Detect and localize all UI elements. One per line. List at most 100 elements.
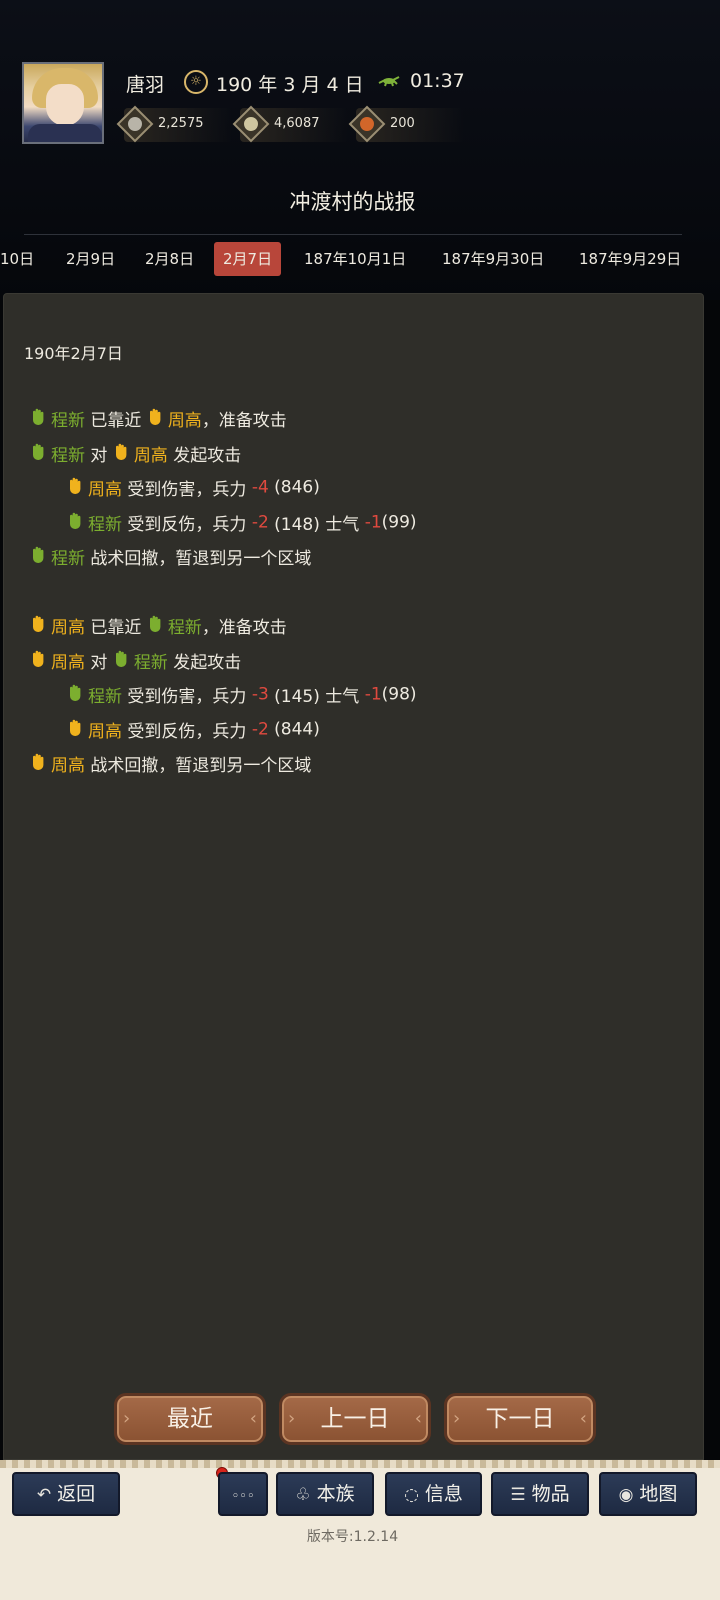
date-tab-active[interactable]: 2月7日	[214, 242, 282, 276]
unit-name[interactable]: 周高	[88, 722, 122, 742]
date-tab[interactable]: 187年9月29日	[579, 242, 681, 276]
morale-total: (99)	[381, 512, 417, 533]
unit-name[interactable]: 周高	[88, 480, 122, 500]
page-title: 冲渡村的战报	[289, 190, 416, 214]
unit-name[interactable]: 程新	[51, 411, 85, 431]
hand-icon	[67, 512, 83, 530]
morale-change: -1	[364, 684, 382, 705]
hand-icon	[67, 684, 83, 702]
more-button[interactable]: ◦◦◦	[218, 1472, 268, 1516]
items-button[interactable]: ☰ 物品	[491, 1472, 589, 1516]
log-text: 战术回撤，暂退到另一个区域	[90, 756, 312, 776]
clan-label: 本族	[316, 1483, 355, 1505]
latest-button[interactable]: › 最近 ‹	[114, 1393, 266, 1445]
hand-icon	[147, 408, 163, 426]
calendar-icon: ☼	[184, 70, 208, 94]
unit-name[interactable]: 程新	[168, 618, 202, 638]
troop-change: -2	[251, 719, 269, 740]
date-tab[interactable]: 187年9月30日	[442, 242, 544, 276]
log-text: 受到伤害，兵力	[127, 480, 247, 500]
version-label: 版本号:1.2.14	[306, 1529, 399, 1545]
hand-icon	[30, 443, 46, 461]
unit-name[interactable]: 程新	[88, 515, 122, 535]
map-label: 地图	[639, 1483, 678, 1505]
back-button[interactable]: ↶ 返回	[12, 1472, 120, 1516]
hand-icon	[30, 546, 46, 564]
date-tab[interactable]: 187年10月1日	[304, 242, 406, 276]
morale-change: -1	[364, 512, 382, 533]
log-text: 受到反伤，兵力	[127, 515, 247, 535]
unit-name[interactable]: 程新	[134, 653, 168, 673]
log-text: 发起攻击	[173, 653, 242, 673]
hand-icon	[67, 477, 83, 495]
troop-change: -4	[251, 477, 269, 498]
unit-name[interactable]: 程新	[51, 446, 85, 466]
grain-resource: 4,6087	[232, 105, 348, 143]
troop-change: -3	[251, 684, 269, 705]
date-tab[interactable]: 2月8日	[145, 242, 194, 276]
unit-name[interactable]: 周高	[168, 411, 202, 431]
grain-value: 4,6087	[274, 116, 320, 131]
silver-resource: 2,2575	[116, 105, 232, 143]
previous-day-button[interactable]: › 上一日 ‹	[279, 1393, 431, 1445]
game-time: 01:37	[410, 70, 465, 92]
log-line: 程新 受到反伤，兵力 -2 (148) 士气 -1(99)	[67, 510, 417, 536]
log-line: 周高 受到反伤，兵力 -2 (844)	[67, 717, 320, 743]
chevron-left-icon: ‹	[414, 1408, 422, 1429]
silver-value: 2,2575	[158, 116, 204, 131]
troop-total: (148) 士气	[274, 515, 360, 535]
token-value: 200	[390, 116, 415, 131]
troop-total: (846)	[274, 477, 320, 498]
hand-icon	[113, 443, 129, 461]
title-divider	[24, 234, 682, 235]
more-icon: ◦◦◦	[231, 1489, 255, 1504]
items-icon: ☰	[510, 1485, 526, 1505]
chevron-right-icon: ›	[453, 1408, 461, 1429]
unit-name[interactable]: 周高	[51, 653, 85, 673]
next-day-label: 下一日	[485, 1406, 555, 1432]
back-label: 返回	[57, 1483, 96, 1505]
token-resource: 200	[348, 105, 464, 143]
items-label: 物品	[531, 1483, 570, 1505]
clan-icon: ♧	[295, 1485, 311, 1505]
log-line: 周高 战术回撤，暂退到另一个区域	[30, 751, 311, 777]
chevron-left-icon: ‹	[579, 1408, 587, 1429]
chevron-left-icon: ‹	[249, 1408, 257, 1429]
unit-name[interactable]: 周高	[134, 446, 168, 466]
previous-day-label: 上一日	[320, 1406, 390, 1432]
map-button[interactable]: ◉ 地图	[599, 1472, 697, 1516]
log-line: 程新 战术回撤，暂退到另一个区域	[30, 544, 311, 570]
unit-name[interactable]: 程新	[51, 549, 85, 569]
hand-icon	[30, 753, 46, 771]
report-date: 190年2月7日	[24, 344, 123, 363]
globe-icon: ◉	[618, 1485, 634, 1505]
log-line: 周高 受到伤害，兵力 -4 (846)	[67, 475, 320, 501]
date-tab[interactable]: 2月9日	[66, 242, 115, 276]
troop-change: -2	[251, 512, 269, 533]
next-day-button[interactable]: › 下一日 ‹	[444, 1393, 596, 1445]
chat-bubble-icon: ◌	[404, 1485, 419, 1505]
date-tab[interactable]: 10日	[0, 242, 34, 276]
clan-button[interactable]: ♧ 本族	[276, 1472, 374, 1516]
log-text: 对	[90, 446, 108, 466]
log-text: ，准备攻击	[201, 411, 287, 431]
hand-icon	[147, 615, 163, 633]
info-label: 信息	[424, 1483, 463, 1505]
player-avatar[interactable]	[22, 62, 104, 144]
unit-name[interactable]: 周高	[51, 756, 85, 776]
troop-total: (145) 士气	[274, 687, 360, 707]
log-line: 程新 受到伤害，兵力 -3 (145) 士气 -1(98)	[67, 682, 417, 708]
log-text: 已靠近	[90, 618, 142, 638]
unit-name[interactable]: 程新	[88, 687, 122, 707]
morale-total: (98)	[381, 684, 417, 705]
chevron-right-icon: ›	[123, 1408, 131, 1429]
hand-icon	[30, 615, 46, 633]
log-text: 受到反伤，兵力	[127, 722, 247, 742]
log-text: 战术回撤，暂退到另一个区域	[90, 549, 312, 569]
unit-name[interactable]: 周高	[51, 618, 85, 638]
hand-icon	[30, 650, 46, 668]
back-arrow-icon: ↶	[36, 1485, 52, 1505]
info-button[interactable]: ◌ 信息	[385, 1472, 482, 1516]
hand-icon	[113, 650, 129, 668]
report-panel[interactable]	[3, 293, 704, 1460]
